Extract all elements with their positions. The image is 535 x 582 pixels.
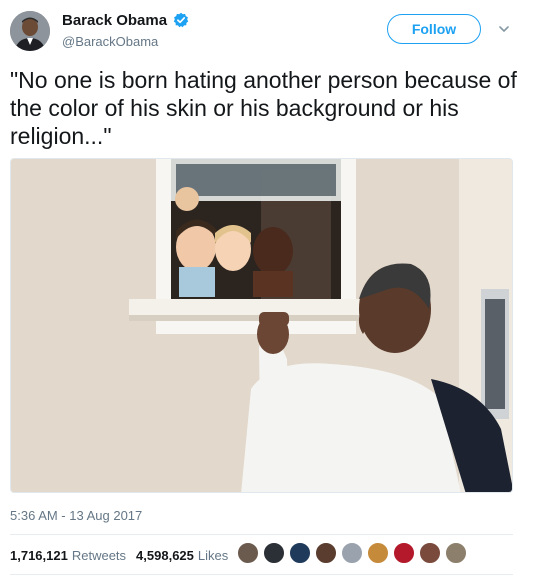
liker-avatar[interactable] [289,542,311,564]
liker-avatar[interactable] [263,542,285,564]
follow-button[interactable]: Follow [387,14,481,44]
liker-avatar[interactable] [237,542,259,564]
divider [10,574,513,575]
author-handle[interactable]: @BarackObama [62,34,158,49]
tweet-photo[interactable] [10,158,513,493]
likes-label: Likes [197,547,229,563]
likes-count: 4,598,625 [136,547,194,563]
likes-stat[interactable]: 4,598,625 Likes [136,548,228,563]
tweet-header: Barack Obama @BarackObama Follow [0,0,535,62]
retweets-count: 1,716,121 [10,547,68,563]
tweet-text: "No one is born hating another person be… [10,67,517,149]
liker-avatar[interactable] [367,542,389,564]
liker-avatar[interactable] [315,542,337,564]
divider [10,534,513,535]
verified-badge-icon [173,12,189,28]
retweets-label: Retweets [71,547,127,563]
liker-avatars [237,542,471,568]
liker-avatar[interactable] [445,542,467,564]
photo-man-children-window [11,159,512,492]
chevron-down-icon[interactable] [497,22,511,36]
author-avatar[interactable] [10,11,50,51]
liker-avatar[interactable] [341,542,363,564]
liker-avatar[interactable] [419,542,441,564]
tweet-stats: 1,716,121 Retweets 4,598,625 Likes [10,544,228,566]
author-name[interactable]: Barack Obama [62,12,167,29]
tweet-timestamp[interactable]: 5:36 AM - 13 Aug 2017 [10,508,142,523]
liker-avatar[interactable] [393,542,415,564]
retweets-stat[interactable]: 1,716,121 Retweets [10,548,126,563]
